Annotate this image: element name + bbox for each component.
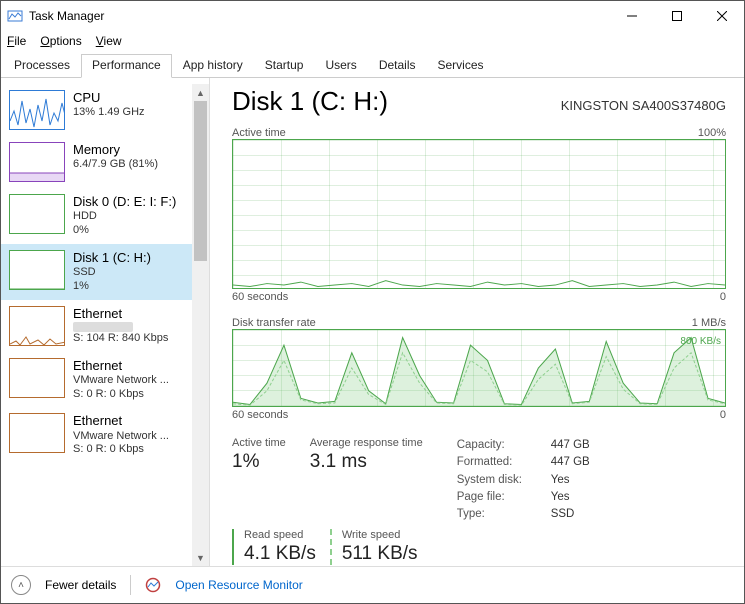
disk-properties: Capacity:447 GB Formatted:447 GB System … [457,437,590,523]
tab-users[interactable]: Users [314,54,367,78]
sidebar-item-label: CPU [73,90,145,106]
disk-model: KINGSTON SA400S37480G [561,98,726,113]
eth0-thumb [9,306,65,346]
tab-app-history[interactable]: App history [172,54,254,78]
sidebar-item-sub: 6.4/7.9 GB (81%) [73,158,158,172]
sidebar-item-label: Memory [73,142,158,158]
scroll-down-icon[interactable]: ▼ [192,549,209,566]
app-icon [7,8,23,24]
eth1-thumb [9,358,65,398]
task-manager-window: Task Manager File Options View Processes… [0,0,745,604]
sidebar-item-eth2[interactable]: Ethernet VMware Network ... S: 0 R: 0 Kb… [1,407,192,463]
disk0-thumb [9,194,65,234]
memory-thumb [9,142,65,182]
window-controls [609,1,744,31]
sidebar-item-label: Disk 1 (C: H:) [73,250,151,266]
tab-startup[interactable]: Startup [254,54,315,78]
body: CPU 13% 1.49 GHz Memory 6.4/7.9 GB (81%) [1,78,744,566]
sidebar-item-eth1[interactable]: Ethernet VMware Network ... S: 0 R: 0 Kb… [1,352,192,408]
close-button[interactable] [699,1,744,31]
sidebar-item-memory[interactable]: Memory 6.4/7.9 GB (81%) [1,136,192,188]
stat-value: 1% [232,451,286,473]
menu-view[interactable]: View [96,34,122,48]
tab-processes[interactable]: Processes [3,54,81,78]
chart1-xright: 0 [720,291,726,303]
minimize-button[interactable] [609,1,654,31]
stat-label: Write speed [342,529,418,541]
sidebar-item-sub2: S: 104 R: 840 Kbps [73,332,168,346]
tab-details[interactable]: Details [368,54,427,78]
sidebar-item-disk1[interactable]: Disk 1 (C: H:) SSD 1% [1,244,192,300]
cpu-thumb [9,90,65,130]
sidebar-list: CPU 13% 1.49 GHz Memory 6.4/7.9 GB (81%) [1,84,192,566]
sidebar-item-disk0[interactable]: Disk 0 (D: E: I: F:) HDD 0% [1,188,192,244]
detail-title: Disk 1 (C: H:) [232,86,388,117]
sidebar: CPU 13% 1.49 GHz Memory 6.4/7.9 GB (81%) [1,78,210,566]
detail-pane: Disk 1 (C: H:) KINGSTON SA400S37480G Act… [210,78,744,566]
open-resource-monitor-link[interactable]: Open Resource Monitor [175,578,302,592]
sidebar-item-sub: VMware Network ... [73,374,169,388]
resource-monitor-icon [145,577,161,593]
sidebar-item-sub2: S: 0 R: 0 Kbps [73,388,169,402]
stat-value: 511 KB/s [342,543,418,565]
fewer-details-icon[interactable]: ˄ [11,575,31,595]
sidebar-item-sub2: 0% [73,224,176,238]
menu-file[interactable]: File [7,34,26,48]
maximize-button[interactable] [654,1,699,31]
window-title: Task Manager [29,9,104,23]
sidebar-item-label: Ethernet [73,413,169,429]
sidebar-item-sub2: S: 0 R: 0 Kbps [73,443,169,457]
stat-label: Average response time [310,437,423,449]
stats-row-1: Active time 1% Average response time 3.1… [232,437,726,523]
chart2-max: 1 MB/s [692,317,726,329]
chart1-xleft: 60 seconds [232,291,288,303]
tab-strip: Processes Performance App history Startu… [1,53,744,78]
menu-options[interactable]: Options [40,34,81,48]
sidebar-item-sub: VMware Network ... [73,430,169,444]
scroll-thumb[interactable] [194,101,207,261]
titlebar: Task Manager [1,1,744,31]
transfer-rate-chart: 800 KB/s [232,329,726,407]
tab-performance[interactable]: Performance [81,54,172,78]
stat-value: 3.1 ms [310,451,423,473]
chart1-title: Active time [232,127,286,139]
stat-label: Read speed [244,529,316,541]
menubar: File Options View [1,31,744,53]
stats-row-2: Read speed 4.1 KB/s Write speed 511 KB/s [232,529,726,565]
sidebar-item-label: Ethernet [73,306,168,322]
disk1-thumb [9,250,65,290]
chart2-title: Disk transfer rate [232,317,316,329]
chart2-xleft: 60 seconds [232,409,288,421]
eth2-thumb [9,413,65,453]
sidebar-scrollbar[interactable]: ▲ ▼ [192,84,209,566]
chart2-annotation: 800 KB/s [680,336,721,347]
footer: ˄ Fewer details Open Resource Monitor [1,566,744,603]
chart1-max: 100% [698,127,726,139]
fewer-details-button[interactable]: Fewer details [45,578,116,592]
active-time-chart [232,139,726,289]
scroll-up-icon[interactable]: ▲ [192,84,209,101]
tab-services[interactable]: Services [427,54,495,78]
sidebar-item-eth0[interactable]: Ethernet S: 104 R: 840 Kbps [1,300,192,352]
sidebar-item-label: Disk 0 (D: E: I: F:) [73,194,176,210]
sidebar-item-sub: 13% 1.49 GHz [73,106,145,120]
sidebar-item-label: Ethernet [73,358,169,374]
sidebar-item-sub [73,322,133,332]
sidebar-item-sub: SSD [73,266,151,280]
stat-value: 4.1 KB/s [244,543,316,565]
sidebar-item-cpu[interactable]: CPU 13% 1.49 GHz [1,84,192,136]
sidebar-item-sub2: 1% [73,280,151,294]
sidebar-item-sub: HDD [73,210,176,224]
chart2-xright: 0 [720,409,726,421]
stat-label: Active time [232,437,286,449]
